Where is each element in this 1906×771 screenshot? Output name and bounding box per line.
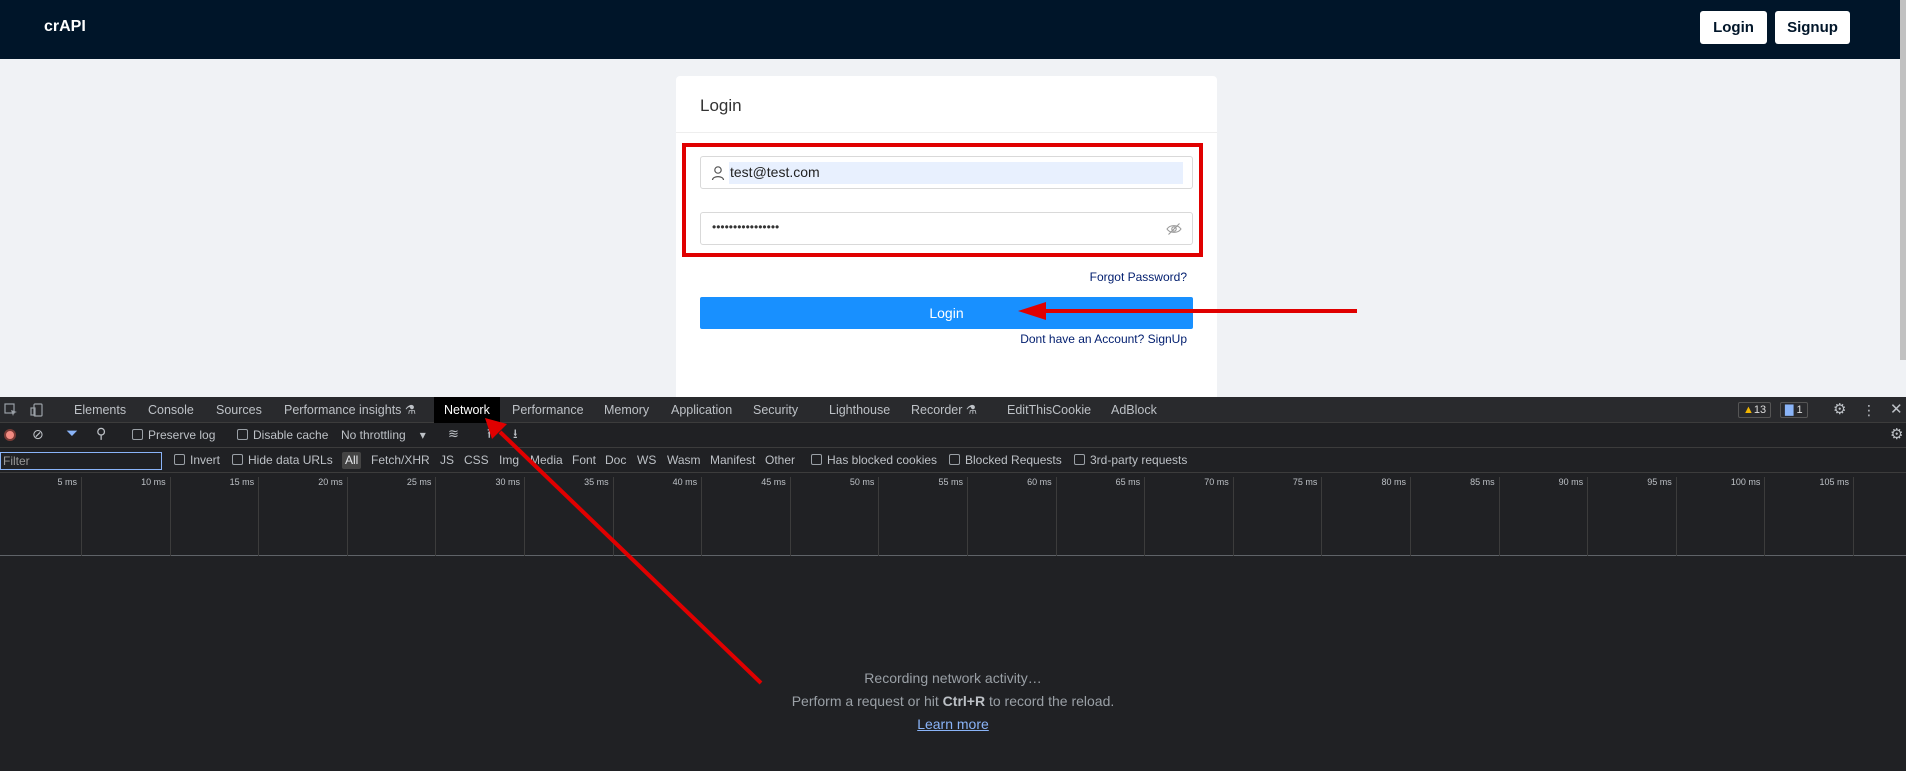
crapi-page: crAPI Login Signup Login test@test.com •… xyxy=(0,0,1906,397)
filter-icon[interactable]: ⏷ xyxy=(66,425,78,442)
timeline-tick-label: 35 ms xyxy=(525,477,614,556)
network-empty-state: Recording network activity… Perform a re… xyxy=(0,557,1906,771)
login-submit-button[interactable]: Login xyxy=(700,297,1193,329)
network-settings-gear-icon[interactable]: ⚙ xyxy=(1890,425,1903,443)
tab-performance[interactable]: Performance xyxy=(512,397,584,423)
dropdown-arrow-icon: ▾ xyxy=(419,428,426,442)
network-toolbar: ⊘ ⏷ ⚲ Preserve log Disable cache No thro… xyxy=(0,423,1906,448)
export-har-icon[interactable]: ⭳ xyxy=(513,425,518,447)
hide-data-urls-checkbox[interactable]: Hide data URLs xyxy=(232,453,333,467)
timeline-tick-label: 100 ms xyxy=(1677,477,1766,556)
learn-more-link[interactable]: Learn more xyxy=(0,716,1906,732)
more-options-icon[interactable]: ⋮ xyxy=(1862,397,1876,423)
third-party-requests-checkbox[interactable]: 3rd-party requests xyxy=(1074,453,1187,467)
nav-login-button[interactable]: Login xyxy=(1700,11,1767,44)
timeline-tick-label: 95 ms xyxy=(1588,477,1677,556)
timeline-tick-label: 10 ms xyxy=(82,477,171,556)
messages-badge[interactable]: ▇ 1 xyxy=(1780,402,1808,418)
filter-input[interactable]: Filter xyxy=(0,452,162,470)
timeline-tick-label: 70 ms xyxy=(1145,477,1234,556)
invert-checkbox[interactable]: Invert xyxy=(174,453,220,467)
import-har-icon[interactable]: ⭱ xyxy=(487,425,492,447)
tab-recorder[interactable]: Recorder ⚗ xyxy=(911,397,977,423)
reload-hint-text: Perform a request or hit Ctrl+R to recor… xyxy=(791,693,1115,709)
tab-editthiscookie[interactable]: EditThisCookie xyxy=(1007,397,1091,423)
clear-icon[interactable]: ⊘ xyxy=(32,426,44,443)
tab-memory[interactable]: Memory xyxy=(604,397,649,423)
timeline-tick-label: 50 ms xyxy=(791,477,880,556)
tab-security[interactable]: Security xyxy=(753,397,798,423)
timeline-tick-label: 75 ms xyxy=(1234,477,1323,556)
timeline-tick-label: 25 ms xyxy=(348,477,437,556)
filter-type-fetch-xhr[interactable]: Fetch/XHR xyxy=(371,453,430,467)
network-conditions-icon[interactable]: ≋ xyxy=(448,426,459,442)
throttling-select[interactable]: No throttling ▾ xyxy=(341,428,426,442)
timeline-tick-label: 45 ms xyxy=(702,477,791,556)
tab-application[interactable]: Application xyxy=(671,397,732,423)
close-icon[interactable]: ✕ xyxy=(1890,397,1903,423)
message-icon: ▇ xyxy=(1785,404,1794,416)
timeline-tick-label: 90 ms xyxy=(1500,477,1589,556)
timeline-tick-label: 5 ms xyxy=(0,477,82,556)
filter-type-other[interactable]: Other xyxy=(765,453,795,467)
tab-lighthouse[interactable]: Lighthouse xyxy=(829,397,890,423)
has-blocked-cookies-checkbox[interactable]: Has blocked cookies xyxy=(811,453,937,467)
forgot-password-link[interactable]: Forgot Password? xyxy=(1090,270,1187,284)
brand-logo-text[interactable]: crAPI xyxy=(44,18,86,36)
search-icon[interactable]: ⚲ xyxy=(96,425,106,442)
tab-adblock[interactable]: AdBlock xyxy=(1111,397,1157,423)
devtools-tab-bar: Elements Console Sources Performance ins… xyxy=(0,397,1906,423)
timeline-tick-label: 60 ms xyxy=(968,477,1057,556)
timeline-tick-label: 85 ms xyxy=(1411,477,1500,556)
warning-icon: ▲ xyxy=(1743,404,1754,416)
annotation-highlight-box xyxy=(682,143,1203,257)
device-toolbar-icon[interactable] xyxy=(30,403,44,417)
top-navbar: crAPI Login Signup xyxy=(0,0,1900,59)
page-scrollbar[interactable] xyxy=(1900,0,1906,360)
tab-network[interactable]: Network xyxy=(434,397,500,423)
tab-sources[interactable]: Sources xyxy=(216,397,262,423)
timeline-tick-label: 80 ms xyxy=(1322,477,1411,556)
settings-gear-icon[interactable]: ⚙ xyxy=(1833,397,1846,423)
signup-link[interactable]: Dont have an Account? SignUp xyxy=(1020,332,1187,346)
network-filter-bar: Filter Invert Hide data URLs All Fetch/X… xyxy=(0,448,1906,473)
inspect-element-icon[interactable] xyxy=(4,403,18,417)
filter-type-img[interactable]: Img xyxy=(499,453,519,467)
tab-elements[interactable]: Elements xyxy=(74,397,126,423)
timeline-tick-label: 20 ms xyxy=(259,477,348,556)
timeline-tick-label: 30 ms xyxy=(436,477,525,556)
login-card-title: Login xyxy=(676,76,1217,133)
blocked-requests-checkbox[interactable]: Blocked Requests xyxy=(949,453,1062,467)
tab-console[interactable]: Console xyxy=(148,397,194,423)
filter-type-js[interactable]: JS xyxy=(440,453,454,467)
warnings-badge[interactable]: ▲13 xyxy=(1738,402,1772,418)
filter-type-ws[interactable]: WS xyxy=(637,453,656,467)
filter-type-css[interactable]: CSS xyxy=(464,453,489,467)
recording-status-text: Recording network activity… xyxy=(864,670,1042,686)
filter-type-wasm[interactable]: Wasm xyxy=(667,453,701,467)
timeline-tick-label: 55 ms xyxy=(879,477,968,556)
tab-performance-insights[interactable]: Performance insights ⚗ xyxy=(284,397,416,423)
filter-type-doc[interactable]: Doc xyxy=(605,453,626,467)
timeline-tick-label: 40 ms xyxy=(614,477,703,556)
preserve-log-checkbox[interactable]: Preserve log xyxy=(132,428,215,442)
nav-signup-button[interactable]: Signup xyxy=(1775,11,1850,44)
flask-icon: ⚗ xyxy=(404,403,417,417)
filter-type-all[interactable]: All xyxy=(342,452,362,469)
filter-type-manifest[interactable]: Manifest xyxy=(710,453,755,467)
filter-type-media[interactable]: Media xyxy=(530,453,563,467)
timeline-tick-label: 15 ms xyxy=(171,477,260,556)
devtools-panel: Elements Console Sources Performance ins… xyxy=(0,397,1906,771)
record-icon[interactable] xyxy=(4,429,16,441)
timeline-tick-label: 65 ms xyxy=(1057,477,1146,556)
timeline-tick-label: 105 ms xyxy=(1765,477,1854,556)
disable-cache-checkbox[interactable]: Disable cache xyxy=(237,428,328,442)
network-timeline-overview[interactable]: 5 ms 10 ms 15 ms 20 ms 25 ms 30 ms 35 ms 40 ms 4… xyxy=(0,473,1906,556)
flask-icon: ⚗ xyxy=(965,403,978,417)
filter-type-font[interactable]: Font xyxy=(572,453,596,467)
